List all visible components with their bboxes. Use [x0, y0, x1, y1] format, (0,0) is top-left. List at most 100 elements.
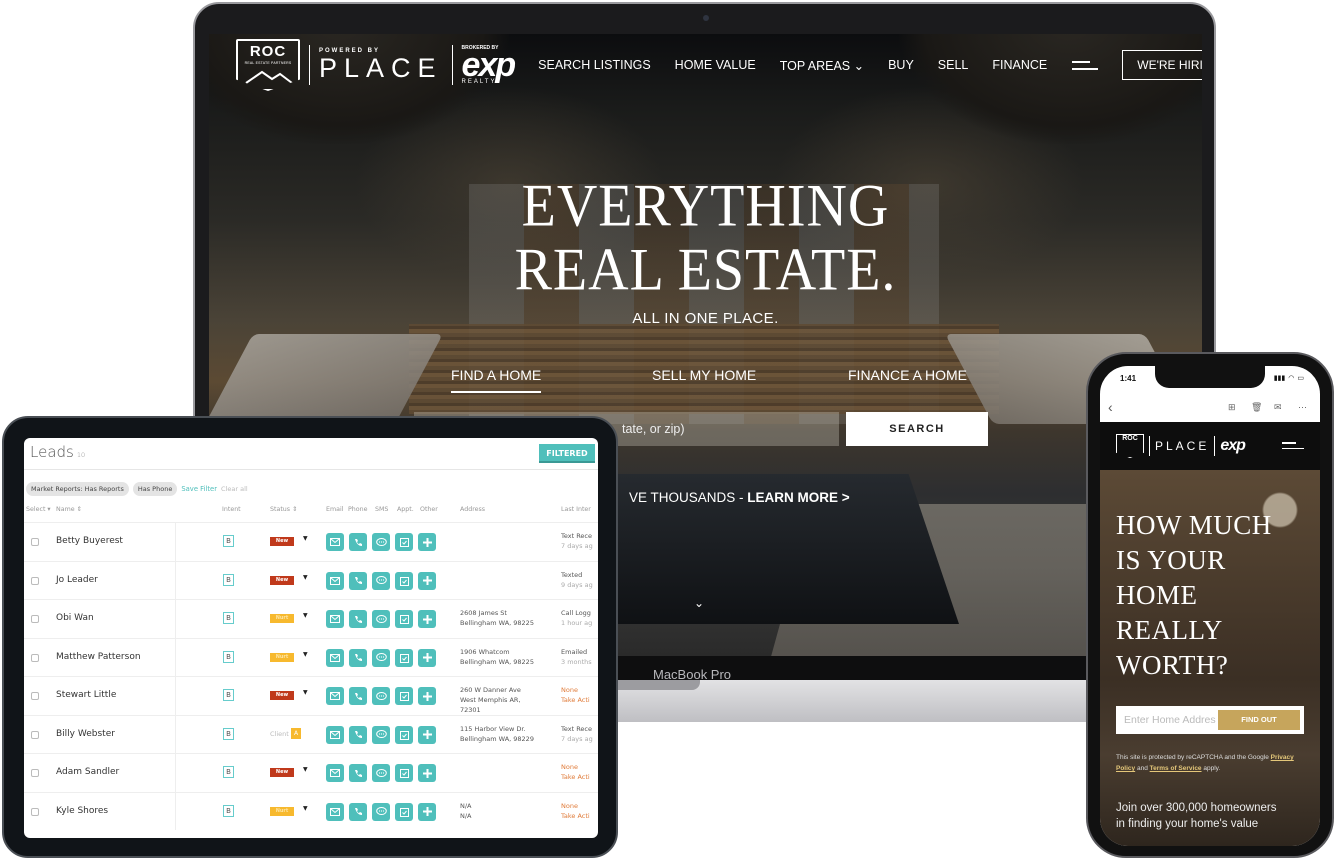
status-badge[interactable]: New: [270, 537, 294, 546]
phone-icon[interactable]: [349, 802, 367, 821]
plus-icon[interactable]: [418, 687, 436, 705]
sms-icon[interactable]: [372, 687, 390, 705]
lead-name[interactable]: Matthew Patterson: [56, 652, 141, 662]
status-dropdown-icon[interactable]: ▼: [303, 612, 308, 619]
calendar-icon[interactable]: [395, 802, 413, 821]
status-dropdown-icon[interactable]: ▼: [303, 535, 308, 542]
sms-icon[interactable]: [372, 725, 390, 744]
email-icon[interactable]: [326, 571, 344, 590]
hiring-button[interactable]: WE'RE HIRING: [1122, 50, 1202, 80]
hamburger-menu-icon[interactable]: [1072, 60, 1099, 70]
lead-name[interactable]: Kyle Shores: [56, 806, 108, 816]
plus-icon[interactable]: [418, 648, 436, 667]
email-icon[interactable]: [326, 764, 344, 782]
table-row[interactable]: Stewart Little B New ▼ 260 W Danner Ave W…: [24, 676, 598, 715]
learn-more-link[interactable]: LEARN MORE >: [747, 490, 849, 505]
sms-icon[interactable]: [372, 533, 390, 551]
nav-buy[interactable]: BUY: [888, 58, 914, 72]
plus-icon[interactable]: [418, 533, 436, 551]
col-status[interactable]: Status ⇕: [270, 506, 297, 513]
status-dropdown-icon[interactable]: ▼: [303, 689, 308, 696]
phone-icon[interactable]: [349, 571, 367, 590]
row-checkbox[interactable]: [31, 538, 39, 546]
table-row[interactable]: Matthew Patterson B Nurt ▼ 1906 Whatcom B…: [24, 637, 598, 676]
phone-icon[interactable]: [349, 725, 367, 744]
status-badge[interactable]: New: [270, 768, 294, 777]
phone-icon[interactable]: [349, 764, 367, 782]
terms-of-service-link[interactable]: Terms of Service: [1150, 765, 1202, 772]
row-checkbox[interactable]: [31, 692, 39, 700]
trash-icon[interactable]: 🗑: [1251, 402, 1262, 413]
filter-chip[interactable]: Has Phone: [132, 482, 178, 496]
status-dropdown-icon[interactable]: ▼: [303, 766, 308, 773]
email-icon[interactable]: [326, 802, 344, 821]
hamburger-menu-icon[interactable]: [1282, 442, 1304, 449]
clear-all-link[interactable]: Clear all: [221, 485, 248, 493]
calendar-icon[interactable]: [395, 533, 413, 551]
lead-name[interactable]: Stewart Little: [56, 690, 116, 700]
email-icon[interactable]: [326, 610, 344, 628]
mail-icon[interactable]: ✉: [1274, 402, 1282, 413]
phone-icon[interactable]: [349, 687, 367, 705]
nav-sell[interactable]: SELL: [938, 58, 969, 72]
phone-icon[interactable]: [349, 648, 367, 667]
more-icon[interactable]: ⋯: [1298, 402, 1307, 413]
sms-icon[interactable]: [372, 571, 390, 590]
row-checkbox[interactable]: [31, 576, 39, 585]
email-icon[interactable]: [326, 648, 344, 667]
last-interaction[interactable]: None Take Acti: [561, 801, 598, 821]
col-select[interactable]: Select ▾: [26, 506, 51, 513]
archive-icon[interactable]: ⊞: [1228, 402, 1236, 413]
lead-name[interactable]: Billy Webster: [56, 729, 115, 739]
filtered-button[interactable]: FILTERED: [539, 444, 595, 463]
table-row[interactable]: Jo Leader B New ▼ Texted 9 days ag: [24, 560, 598, 599]
phone-icon[interactable]: [349, 610, 367, 628]
row-checkbox[interactable]: [31, 653, 39, 662]
plus-icon[interactable]: [418, 725, 436, 744]
scroll-down-icon[interactable]: ⌄: [694, 596, 704, 610]
status-dropdown-icon[interactable]: ▼: [303, 651, 308, 658]
search-button[interactable]: SEARCH: [846, 412, 988, 446]
tab-sell-my-home[interactable]: SELL MY HOME: [652, 367, 756, 383]
status-badge[interactable]: Nurt: [270, 652, 294, 662]
home-address-input[interactable]: Enter Home Address FIND OUT: [1116, 706, 1304, 734]
status-dropdown-icon[interactable]: ▼: [303, 574, 308, 581]
plus-icon[interactable]: [418, 802, 436, 821]
calendar-icon[interactable]: [395, 610, 413, 628]
status-badge[interactable]: New: [270, 575, 294, 585]
last-interaction[interactable]: None Take Acti: [561, 685, 598, 705]
calendar-icon[interactable]: [395, 648, 413, 667]
nav-top-areas[interactable]: TOP AREAS ⌄: [780, 58, 864, 73]
lead-name[interactable]: Jo Leader: [56, 575, 98, 585]
sms-icon[interactable]: [372, 648, 390, 667]
row-checkbox[interactable]: [31, 807, 39, 816]
status-badge[interactable]: Nurt: [270, 806, 294, 816]
plus-icon[interactable]: [418, 610, 436, 628]
plus-icon[interactable]: [418, 571, 436, 590]
email-icon[interactable]: [326, 725, 344, 744]
save-filter-link[interactable]: Save Filter: [181, 485, 217, 493]
tab-find-a-home[interactable]: FIND A HOME: [451, 367, 542, 393]
calendar-icon[interactable]: [395, 687, 413, 705]
email-icon[interactable]: [326, 533, 344, 551]
calendar-icon[interactable]: [395, 571, 413, 590]
table-row[interactable]: Obi Wan B Nurt ▼ 2608 James St Bellingham…: [24, 599, 598, 638]
back-icon[interactable]: ‹: [1108, 399, 1113, 415]
filter-chip[interactable]: Market Reports: Has Reports: [26, 482, 129, 496]
site-logo[interactable]: ROC REAL ESTATE PARTNERS POWERED BY PLAC…: [236, 39, 516, 91]
table-row[interactable]: Billy Webster B Client A 115 Harbor View …: [24, 714, 598, 753]
nav-finance[interactable]: FINANCE: [992, 58, 1047, 72]
table-row[interactable]: Kyle Shores B Nurt ▼ N/A N/A None Take Ac…: [24, 791, 598, 830]
status-dropdown-icon[interactable]: ▼: [303, 805, 308, 812]
email-icon[interactable]: [326, 687, 344, 705]
table-row[interactable]: Betty Buyerest B New ▼ Text Rece 7 days a…: [24, 522, 598, 561]
plus-icon[interactable]: [418, 764, 436, 782]
address-placeholder[interactable]: Enter Home Address: [1116, 714, 1216, 726]
col-name[interactable]: Name ⇕: [56, 506, 82, 513]
phone-icon[interactable]: [349, 533, 367, 551]
sms-icon[interactable]: [372, 802, 390, 821]
row-checkbox[interactable]: [31, 769, 39, 777]
find-out-button[interactable]: FIND OUT: [1218, 710, 1300, 730]
lead-name[interactable]: Adam Sandler: [56, 767, 119, 777]
row-checkbox[interactable]: [31, 615, 39, 623]
